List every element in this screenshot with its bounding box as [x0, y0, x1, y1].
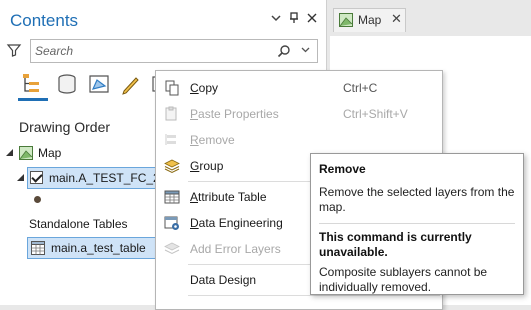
search-icon[interactable]	[277, 44, 291, 58]
tree-item-map[interactable]: Map	[38, 142, 61, 164]
group-layers-icon	[164, 158, 180, 174]
menu-item-data-engineering-label: ata Engineering	[198, 216, 283, 230]
standalone-tables-header: Standalone Tables	[29, 217, 128, 231]
map-tab-label: Map	[358, 13, 382, 27]
menu-item-attribute-table-label: ttribute Table	[198, 190, 267, 204]
filter-icon[interactable]	[6, 42, 22, 58]
list-by-source-icon[interactable]	[55, 72, 79, 96]
remove-tooltip: Remove Remove the selected layers from t…	[310, 153, 524, 295]
menu-item-paste-properties-label: aste Properties	[198, 107, 279, 121]
menu-item-paste-properties-shortcut: Ctrl+Shift+V	[343, 107, 408, 121]
data-engineering-icon	[164, 215, 180, 231]
menu-item-remove-label: emove	[198, 133, 235, 147]
list-by-editing-icon[interactable]	[119, 72, 143, 96]
pin-icon[interactable]	[288, 12, 300, 26]
tooltip-divider	[319, 223, 515, 224]
menu-item-copy-mnemonic: C	[190, 81, 199, 95]
menu-item-paste-properties-mnemonic: P	[190, 107, 199, 121]
menu-item-group-mnemonic: G	[190, 159, 200, 173]
remove-layer-icon	[164, 132, 180, 148]
chevron-down-icon[interactable]	[270, 12, 282, 26]
map-tab-icon	[339, 13, 353, 30]
copy-icon	[164, 80, 180, 96]
layer-visibility-checkbox[interactable]	[30, 171, 43, 184]
collapse-map-icon[interactable]	[5, 148, 14, 159]
menu-item-remove-mnemonic: R	[190, 133, 199, 147]
add-error-layers-icon	[164, 241, 180, 257]
tooltip-reason: Composite sublayers cannot be individual…	[319, 265, 488, 294]
menu-item-copy[interactable]: Copy Ctrl+C	[156, 75, 444, 101]
menu-item-copy-label: opy	[198, 81, 219, 95]
search-options-chevron-icon[interactable]	[300, 44, 311, 58]
menu-item-group-label: roup	[199, 159, 224, 173]
close-icon[interactable]	[306, 12, 318, 26]
tab-map[interactable]: Map ✕	[333, 8, 406, 32]
search-box[interactable]	[30, 39, 318, 63]
tooltip-title: Remove	[319, 162, 366, 176]
collapse-layer-icon[interactable]	[16, 173, 25, 184]
table-icon	[31, 241, 45, 255]
tooltip-warning: This command is currently unavailable.	[319, 230, 472, 259]
menu-item-copy-shortcut: Ctrl+C	[343, 81, 378, 95]
paste-properties-icon	[164, 106, 180, 122]
menu-item-data-design-label: Data Design	[190, 273, 257, 287]
menu-separator	[188, 295, 440, 296]
menu-item-remove[interactable]: Remove	[156, 127, 444, 153]
pane-title: Contents	[10, 11, 79, 30]
tooltip-description: Remove the selected layers from the map.	[319, 185, 515, 214]
search-input[interactable]	[35, 43, 275, 59]
contents-pane-header: Contents	[0, 0, 327, 36]
list-by-selection-icon[interactable]	[87, 72, 111, 96]
active-tool-indicator	[18, 98, 48, 101]
layer-label: main.A_TEST_FC_2	[49, 171, 160, 185]
list-by-drawing-order-icon[interactable]	[20, 72, 44, 96]
map-icon	[19, 146, 33, 160]
point-symbol-icon	[34, 196, 41, 203]
menu-item-data-engineering-mnemonic: D	[190, 216, 199, 230]
attribute-table-icon	[164, 189, 180, 205]
menu-item-add-error-layers-label: Add Error Layers	[190, 242, 281, 256]
section-title: Drawing Order	[19, 119, 111, 135]
menu-item-paste-properties[interactable]: Paste Properties Ctrl+Shift+V	[156, 101, 444, 127]
table-label: main.a_test_table	[51, 241, 146, 255]
menu-item-attribute-table-mnemonic: A	[190, 190, 199, 204]
close-icon[interactable]: ✕	[391, 11, 402, 27]
